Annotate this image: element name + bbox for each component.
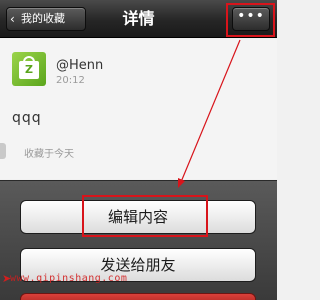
delete-button[interactable]: [20, 293, 256, 300]
saved-date-label: 收藏于今天: [24, 149, 74, 160]
edit-button-annotation-box: [82, 195, 208, 237]
note-timestamp: 20:12: [56, 75, 85, 86]
note-text: qqq: [12, 110, 42, 126]
more-button-annotation-box: [226, 3, 275, 37]
side-tab: [0, 143, 6, 159]
avatar-logo-mark: Z: [25, 63, 33, 76]
avatar[interactable]: Z: [12, 52, 46, 86]
author-name: @Henn: [56, 58, 104, 73]
watermark-text: www.qipinshang.com: [10, 273, 128, 284]
